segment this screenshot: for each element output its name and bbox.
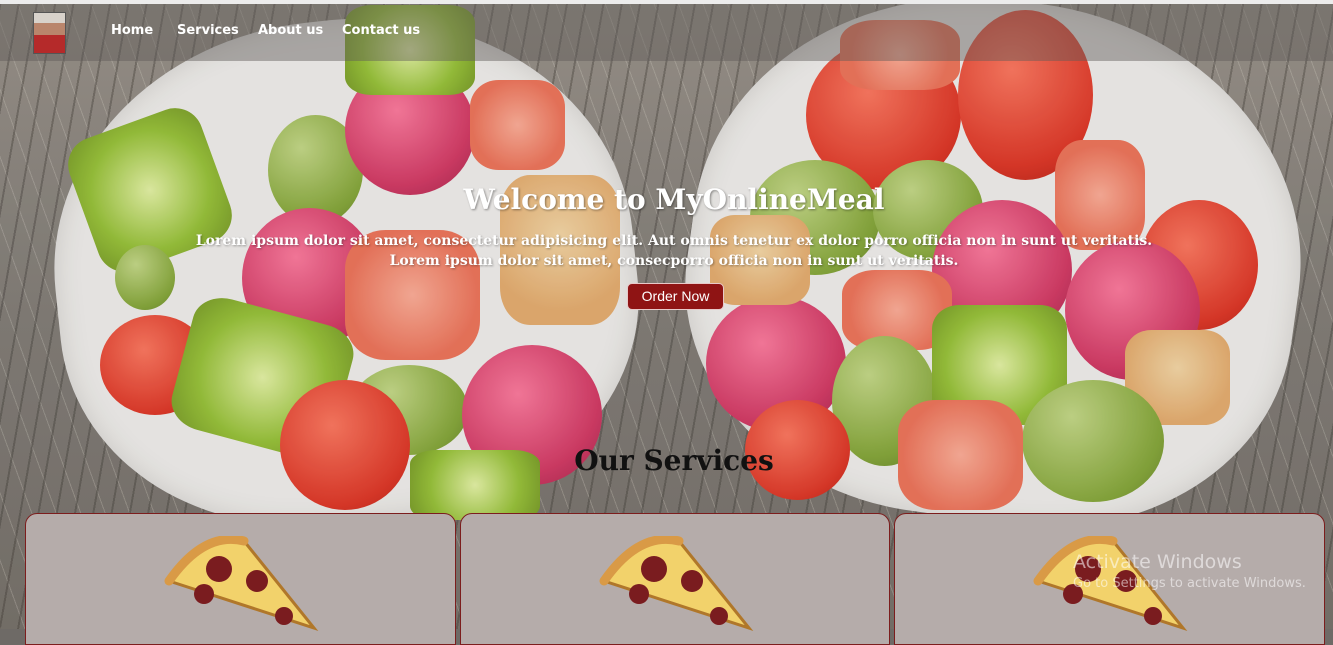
nav-link-services[interactable]: Services [177,23,239,38]
service-card[interactable] [460,513,890,645]
services-title: Our Services [574,444,774,477]
activate-windows-watermark: Activate Windows Go to Settings to activ… [1073,551,1306,591]
navbar: Home Services About us Contact us [0,4,1333,61]
nav-link-contact-us[interactable]: Contact us [342,23,420,38]
watermark-subtitle: Go to Settings to activate Windows. [1073,576,1306,591]
avatar[interactable] [33,12,66,54]
nav-link-home[interactable]: Home [111,23,153,38]
watermark-title: Activate Windows [1073,551,1242,573]
hero-text-line-1: Lorem ipsum dolor sit amet, consectetur … [195,233,1153,249]
hero-text-line-2: Lorem ipsum dolor sit amet, consecporro … [389,253,959,269]
pizza-icon [164,536,319,631]
nav-link-about-us[interactable]: About us [258,23,323,38]
pizza-icon [599,536,754,631]
hero-title: Welcome to MyOnlineMeal [463,183,885,216]
service-card[interactable] [25,513,456,645]
order-now-button[interactable]: Order Now [627,283,724,310]
